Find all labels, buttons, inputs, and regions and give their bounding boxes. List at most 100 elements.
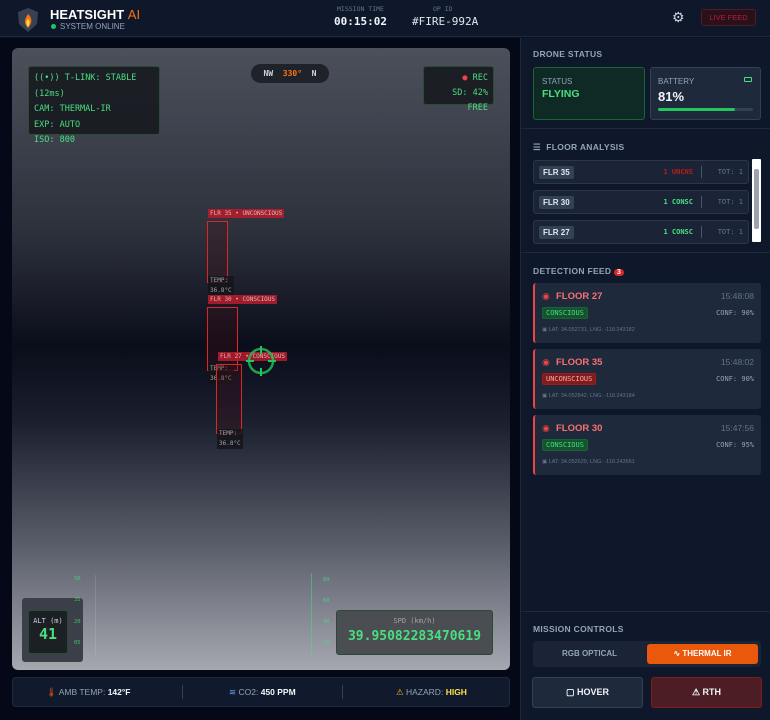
co2-label: CO2: bbox=[238, 687, 259, 697]
spd-tick: 80 bbox=[323, 577, 330, 583]
floor-list-scrollbar[interactable] bbox=[752, 159, 761, 242]
battery-icon bbox=[744, 77, 752, 82]
header: HEATSIGHT AI SYSTEM ONLINE MISSION TIME … bbox=[0, 0, 770, 37]
layers-icon: ☰ bbox=[533, 142, 541, 152]
floor-row[interactable]: FLR 27 1 CONSC TOT: 1 bbox=[533, 220, 749, 244]
detection-floor: FLOOR 30 bbox=[556, 423, 603, 434]
detection-box-flr35[interactable] bbox=[207, 221, 228, 283]
hover-button[interactable]: ▢ HOVER bbox=[532, 677, 643, 708]
amb-temp-label: AMB TEMP: bbox=[58, 687, 106, 697]
detection-coords: ▣ LAT: 34.052842, LNG: -118.243184 bbox=[542, 393, 635, 399]
alt-tick: 20 bbox=[74, 619, 81, 625]
floor-analysis-title: FLOOR ANALYSIS bbox=[546, 142, 625, 152]
logo-shield-icon bbox=[18, 8, 38, 32]
alt-tick: 05 bbox=[74, 640, 81, 646]
status-value: FLYING bbox=[542, 88, 580, 100]
camera-mode-toggle: RGB OPTICAL ∿ THERMAL IR bbox=[533, 641, 761, 667]
spd-tick: 40 bbox=[323, 619, 330, 625]
alt-tick: 50 bbox=[74, 576, 81, 582]
detection-box-flr27[interactable] bbox=[216, 364, 242, 434]
floor-row[interactable]: FLR 35 1 UNCNS TOT: 1 bbox=[533, 160, 749, 184]
detection-confidence: CONF: 90% bbox=[716, 309, 754, 317]
status-label: STATUS bbox=[542, 77, 573, 86]
floor-chip: FLR 30 bbox=[539, 196, 574, 209]
pulse-icon: ∿ bbox=[673, 649, 681, 658]
thermometer-icon: 🌡︎ bbox=[46, 687, 57, 697]
detection-card[interactable]: ◉ FLOOR 27 15:48:08 CONSCIOUS CONF: 90% … bbox=[533, 283, 761, 343]
rec-dot-icon: ● bbox=[462, 73, 468, 83]
target-icon: ◉ bbox=[542, 423, 550, 433]
op-id-label: OP ID bbox=[433, 5, 453, 13]
live-feed-button[interactable]: LIVE FEED bbox=[701, 9, 756, 26]
speed-readout: SPD (km/h) 39.95082283470619 bbox=[336, 610, 493, 655]
speed-scale-line bbox=[311, 573, 312, 655]
detection-label-flr35: FLR 35 • UNCONSCIOUS bbox=[208, 209, 285, 218]
system-status: SYSTEM ONLINE bbox=[60, 22, 125, 31]
detection-time: 15:47:56 bbox=[720, 423, 754, 433]
detection-confidence: CONF: 95% bbox=[716, 441, 754, 449]
detection-feed-title: DETECTION FEED bbox=[533, 266, 612, 276]
battery-bar bbox=[658, 108, 753, 111]
crosshair-icon bbox=[246, 346, 276, 376]
mission-controls-title: MISSION CONTROLS bbox=[533, 624, 624, 634]
detection-coords: ▣ LAT: 34.052731, LNG: -118.243182 bbox=[542, 327, 635, 333]
camera-mode: CAM: THERMAL-IR bbox=[34, 104, 111, 114]
thermal-ir-button[interactable]: ∿ THERMAL IR bbox=[647, 644, 758, 664]
floor-count: 1 UNCNS bbox=[663, 168, 693, 176]
floor-total: TOT: 1 bbox=[717, 198, 743, 206]
exposure: EXP: AUTO bbox=[34, 119, 81, 130]
compass: NW 330° N bbox=[251, 64, 329, 83]
rgb-optical-button[interactable]: RGB OPTICAL bbox=[533, 641, 646, 667]
floor-row[interactable]: FLR 30 1 CONSC TOT: 1 bbox=[533, 190, 749, 214]
sd-status: SD: 42% FREE bbox=[452, 88, 488, 113]
detection-time: 15:48:08 bbox=[720, 291, 754, 301]
altitude-scale-line bbox=[95, 575, 96, 655]
speed-value: 39.95082283470619 bbox=[347, 629, 482, 644]
target-icon: ◉ bbox=[542, 291, 550, 301]
square-icon: ▢ bbox=[565, 687, 575, 697]
warning-icon: ⚠ bbox=[396, 687, 404, 697]
detection-state-badge: CONSCIOUS bbox=[542, 439, 588, 451]
amb-temp-value: 142°F bbox=[107, 687, 131, 697]
drone-status-title: DRONE STATUS bbox=[533, 49, 603, 59]
compass-left: NW bbox=[263, 69, 274, 78]
settings-gear-icon[interactable]: ⚙ bbox=[672, 9, 685, 26]
spd-tick: 20 bbox=[323, 640, 330, 646]
telemetry-panel: ((•)) T-LINK: STABLE (12ms) CAM: THERMAL… bbox=[28, 66, 160, 145]
floor-total: TOT: 1 bbox=[717, 168, 743, 176]
detection-temp-flr35: TEMP: 36.8°C bbox=[208, 276, 234, 296]
detection-card[interactable]: ◉ FLOOR 30 15:47:56 CONSCIOUS CONF: 95% … bbox=[533, 415, 761, 475]
spd-tick: 60 bbox=[323, 598, 330, 604]
detection-card[interactable]: ◉ FLOOR 35 15:48:02 UNCONSCIOUS CONF: 90… bbox=[533, 349, 761, 409]
app-suffix: AI bbox=[127, 7, 141, 22]
app-name: HEATSIGHT bbox=[50, 7, 125, 22]
rth-button[interactable]: ⚠ RTH bbox=[651, 677, 762, 708]
detection-box-flr30[interactable] bbox=[207, 307, 238, 371]
environment-bar: 🌡︎ AMB TEMP: 142°F ≋ CO2: 450 PPM ⚠ HAZA… bbox=[12, 677, 510, 707]
signal-icon: ((•)) bbox=[34, 73, 60, 83]
speed-label: SPD (km/h) bbox=[393, 617, 436, 625]
battery-value: 81% bbox=[658, 89, 685, 104]
floor-count: 1 CONSC bbox=[663, 228, 693, 236]
mission-time: 00:15:02 bbox=[334, 15, 387, 28]
detection-floor: FLOOR 35 bbox=[556, 357, 603, 368]
detection-time: 15:48:02 bbox=[720, 357, 754, 367]
op-id: #FIRE-992A bbox=[412, 15, 479, 28]
hazard-label: HAZARD: bbox=[406, 687, 444, 697]
target-icon: ◉ bbox=[542, 357, 550, 367]
detection-label-flr30: FLR 30 • CONSCIOUS bbox=[208, 295, 278, 304]
floor-chip: FLR 35 bbox=[539, 166, 574, 179]
detection-temp-flr27: TEMP: 36.8°C bbox=[217, 429, 243, 449]
compass-right: N bbox=[311, 69, 317, 78]
altitude-label: ALT (m) bbox=[33, 617, 63, 625]
floor-chip: FLR 27 bbox=[539, 226, 574, 239]
warning-icon: ⚠ bbox=[691, 687, 701, 697]
altitude-value: 41 bbox=[38, 625, 58, 643]
hazard-value: HIGH bbox=[445, 687, 467, 697]
detection-count-badge: 3 bbox=[614, 269, 625, 276]
sidebar: DRONE STATUS STATUS FLYING BATTERY 81% ☰… bbox=[520, 38, 770, 720]
iso: ISO: 800 bbox=[34, 135, 75, 145]
compass-heading: 330° bbox=[282, 69, 303, 78]
online-dot-icon bbox=[51, 24, 56, 29]
recording-panel: ● REC SD: 42% FREE bbox=[423, 66, 494, 113]
